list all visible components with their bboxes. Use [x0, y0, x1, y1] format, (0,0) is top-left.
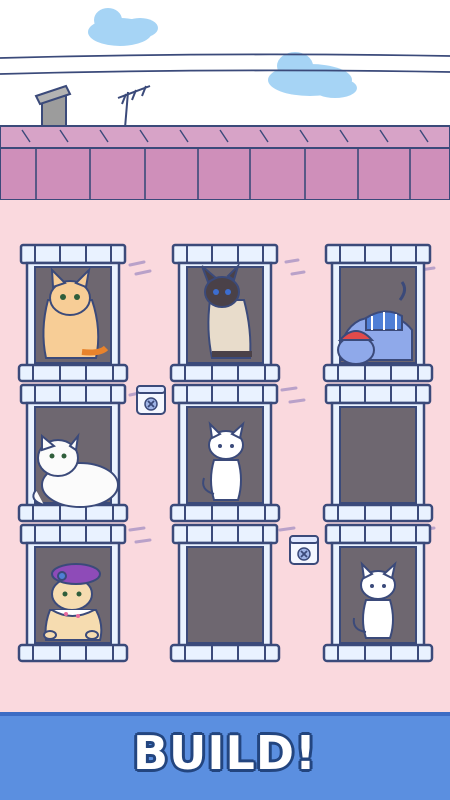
lock-box-2[interactable]	[289, 535, 319, 565]
lock-box-1[interactable]	[136, 385, 166, 415]
build-label[interactable]: BUILD!	[0, 726, 450, 780]
sky	[0, 0, 450, 130]
window-6[interactable]	[322, 383, 434, 523]
roof	[0, 147, 450, 201]
window-8[interactable]	[169, 523, 281, 663]
game-scene	[0, 0, 450, 712]
